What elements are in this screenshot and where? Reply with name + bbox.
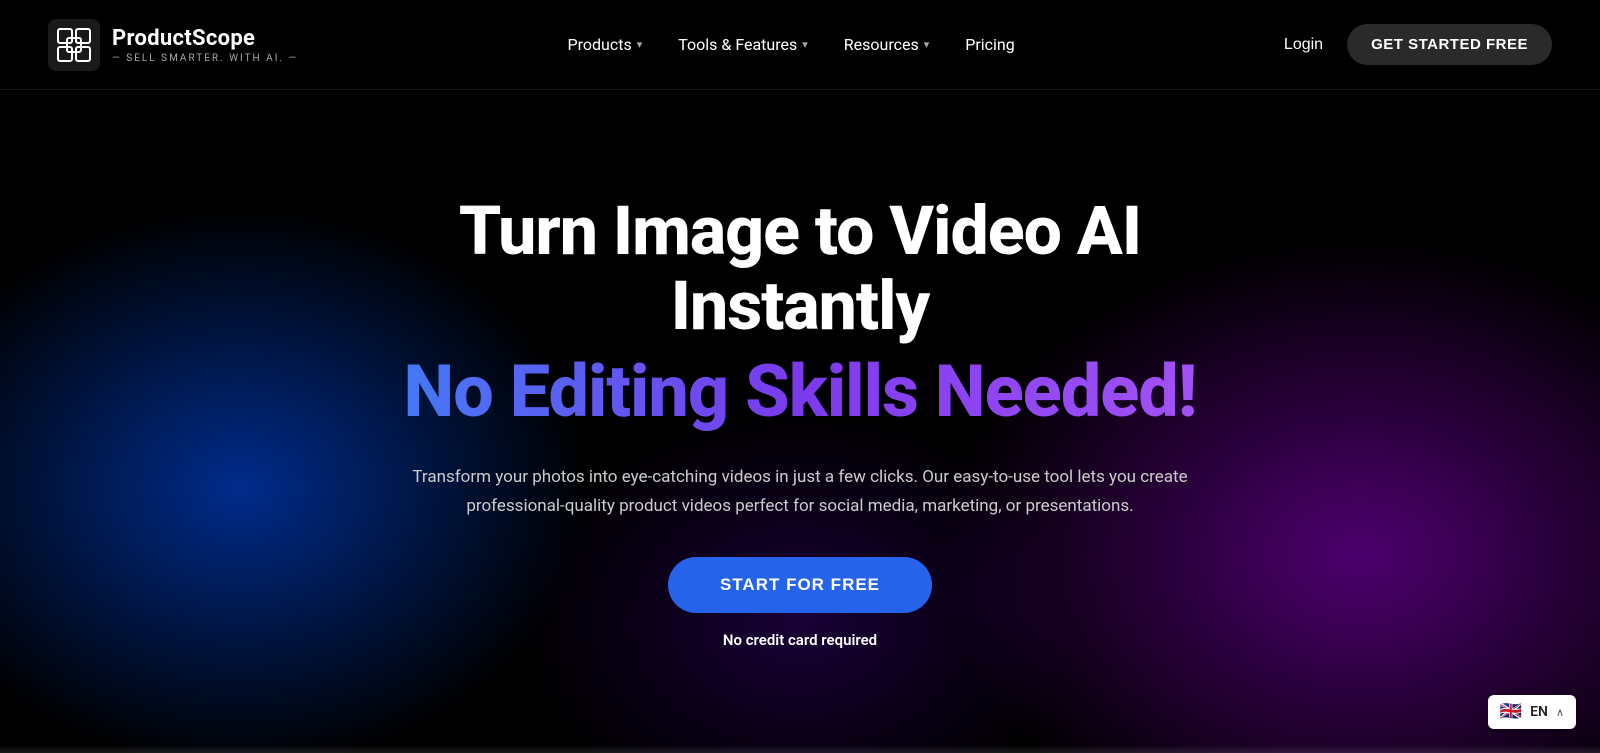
flag-icon: 🇬🇧 bbox=[1500, 703, 1522, 721]
hero-content: Turn Image to Video AI Instantly No Edit… bbox=[310, 194, 1290, 649]
nav-menu: Products ▾ Tools & Features ▾ Resources … bbox=[568, 35, 1015, 54]
logo-text: ProductScope — SELL SMARTER. WITH AI. — bbox=[112, 26, 298, 64]
products-chevron-icon: ▾ bbox=[637, 38, 643, 51]
language-selector[interactable]: 🇬🇧 EN ∧ bbox=[1488, 695, 1576, 729]
logo-name: ProductScope bbox=[112, 26, 298, 51]
start-for-free-button[interactable]: START FOR FREE bbox=[668, 557, 932, 613]
get-started-button[interactable]: GET STARTED FREE bbox=[1347, 24, 1552, 65]
hero-title-gradient: No Editing Skills Needed! bbox=[342, 352, 1258, 431]
hero-description: Transform your photos into eye-catching … bbox=[410, 463, 1190, 521]
nav-item-pricing[interactable]: Pricing bbox=[965, 35, 1015, 54]
hero-section: Turn Image to Video AI Instantly No Edit… bbox=[0, 90, 1600, 753]
no-credit-card-text: No credit card required bbox=[342, 631, 1258, 649]
language-chevron-icon: ∧ bbox=[1556, 706, 1564, 719]
language-code: EN bbox=[1530, 704, 1548, 720]
nav-item-tools-features[interactable]: Tools & Features ▾ bbox=[678, 35, 808, 54]
nav-item-resources[interactable]: Resources ▾ bbox=[844, 35, 929, 54]
nav-actions: Login GET STARTED FREE bbox=[1284, 24, 1552, 65]
logo-icon bbox=[48, 19, 100, 71]
logo-tagline: — SELL SMARTER. WITH AI. — bbox=[112, 53, 298, 64]
logo-area: ProductScope — SELL SMARTER. WITH AI. — bbox=[48, 19, 298, 71]
tools-chevron-icon: ▾ bbox=[802, 38, 808, 51]
hero-title-main: Turn Image to Video AI Instantly bbox=[342, 194, 1258, 344]
navbar: ProductScope — SELL SMARTER. WITH AI. — … bbox=[0, 0, 1600, 90]
hero-bottom-bar bbox=[0, 745, 1600, 753]
hero-cta-area: START FOR FREE bbox=[342, 557, 1258, 631]
nav-item-products[interactable]: Products ▾ bbox=[568, 35, 643, 54]
login-button[interactable]: Login bbox=[1284, 36, 1323, 54]
resources-chevron-icon: ▾ bbox=[924, 38, 930, 51]
